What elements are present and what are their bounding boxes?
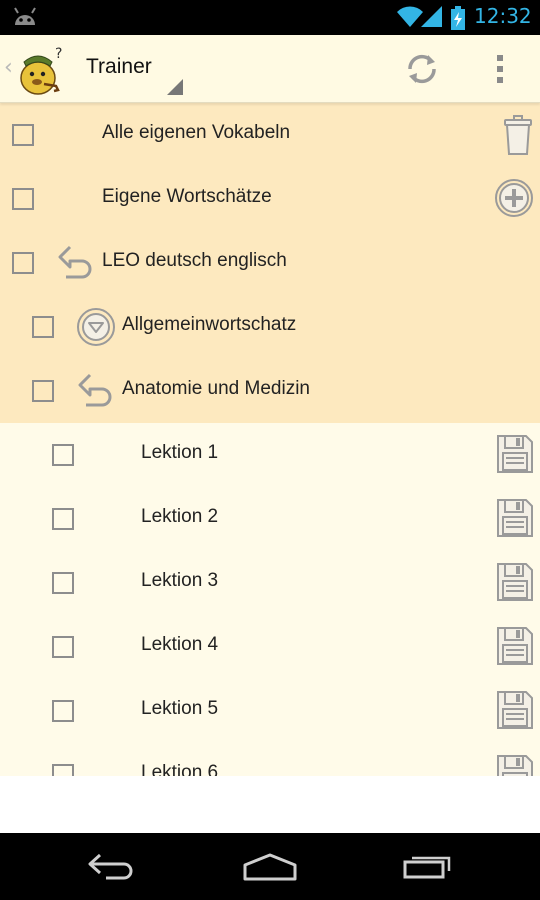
add-circle-icon[interactable] (494, 178, 534, 218)
row-checkbox[interactable] (12, 252, 34, 274)
recent-apps-icon[interactable] (402, 851, 454, 879)
save-disk-icon[interactable] (496, 498, 534, 538)
svg-text:?: ? (55, 46, 62, 62)
list-item-label: LEO deutsch englisch (102, 250, 287, 271)
expand-circle-icon[interactable] (76, 307, 116, 347)
list-item[interactable]: Lektion 5 (0, 679, 540, 743)
list-item[interactable]: Allgemeinwortschatz (0, 295, 540, 359)
action-bar: ‹ ? Trainer (0, 35, 540, 103)
navigation-bar (0, 833, 540, 900)
list-item[interactable]: Lektion 3 (0, 551, 540, 615)
screen: 12:32 ‹ ? Trainer Alle eigenen Vokabeln … (0, 0, 540, 900)
list-item-label: Lektion 5 (141, 698, 219, 719)
status-bar: 12:32 (0, 0, 540, 35)
row-checkbox[interactable] (52, 636, 74, 658)
sync-icon[interactable] (404, 51, 440, 87)
list-item-label: Eigene Wortschätze (102, 186, 272, 207)
row-checkbox[interactable] (52, 700, 74, 722)
row-checkbox[interactable] (52, 764, 74, 776)
list-item-label: Lektion 1 (141, 442, 219, 463)
list-item-label: Lektion 4 (141, 634, 219, 655)
list-item-label: Alle eigenen Vokabeln (102, 122, 291, 143)
android-notification-icon (14, 7, 36, 25)
list-item-label: Lektion 6 (141, 762, 219, 776)
status-clock: 12:32 (474, 4, 532, 28)
battery-charging-icon (451, 6, 465, 30)
collapse-return-icon[interactable] (56, 243, 96, 281)
save-disk-icon[interactable] (496, 690, 534, 730)
home-icon[interactable] (242, 853, 298, 881)
list-item[interactable]: Eigene Wortschätze (0, 167, 540, 231)
list-item[interactable]: Anatomie und Medizin (0, 359, 540, 423)
row-checkbox[interactable] (52, 444, 74, 466)
wifi-icon (397, 6, 423, 28)
list-item[interactable]: Alle eigenen Vokabeln (0, 103, 540, 167)
list-item-label: Lektion 2 (141, 506, 219, 527)
back-icon[interactable] (86, 851, 138, 881)
trash-icon[interactable] (502, 114, 534, 156)
list-item-label: Anatomie und Medizin (122, 378, 310, 399)
signal-icon (421, 6, 442, 27)
list-item[interactable]: Lektion 1 (0, 423, 540, 487)
list-item[interactable]: Lektion 4 (0, 615, 540, 679)
vocabulary-list[interactable]: Alle eigenen Vokabeln Eigene Wortschätze (0, 103, 540, 776)
row-checkbox[interactable] (12, 124, 34, 146)
overflow-menu-icon[interactable] (494, 53, 506, 85)
list-item[interactable]: Lektion 6 (0, 743, 540, 776)
row-checkbox[interactable] (12, 188, 34, 210)
list-item-label: Lektion 3 (141, 570, 219, 591)
list-item[interactable]: Lektion 2 (0, 487, 540, 551)
up-caret-icon[interactable]: ‹ (4, 55, 13, 80)
collapse-return-icon[interactable] (76, 371, 116, 409)
row-checkbox[interactable] (52, 572, 74, 594)
save-disk-icon[interactable] (496, 562, 534, 602)
spinner-dropdown-icon[interactable] (167, 79, 183, 95)
page-title[interactable]: Trainer (86, 55, 152, 79)
save-disk-icon[interactable] (496, 754, 534, 776)
list-item-label: Allgemeinwortschatz (122, 314, 297, 335)
list-item[interactable]: LEO deutsch englisch (0, 231, 540, 295)
save-disk-icon[interactable] (496, 626, 534, 666)
row-checkbox[interactable] (32, 316, 54, 338)
row-checkbox[interactable] (32, 380, 54, 402)
save-disk-icon[interactable] (496, 434, 534, 474)
empty-area (0, 776, 540, 833)
leo-lion-logo-icon[interactable]: ? (16, 44, 66, 96)
row-checkbox[interactable] (52, 508, 74, 530)
